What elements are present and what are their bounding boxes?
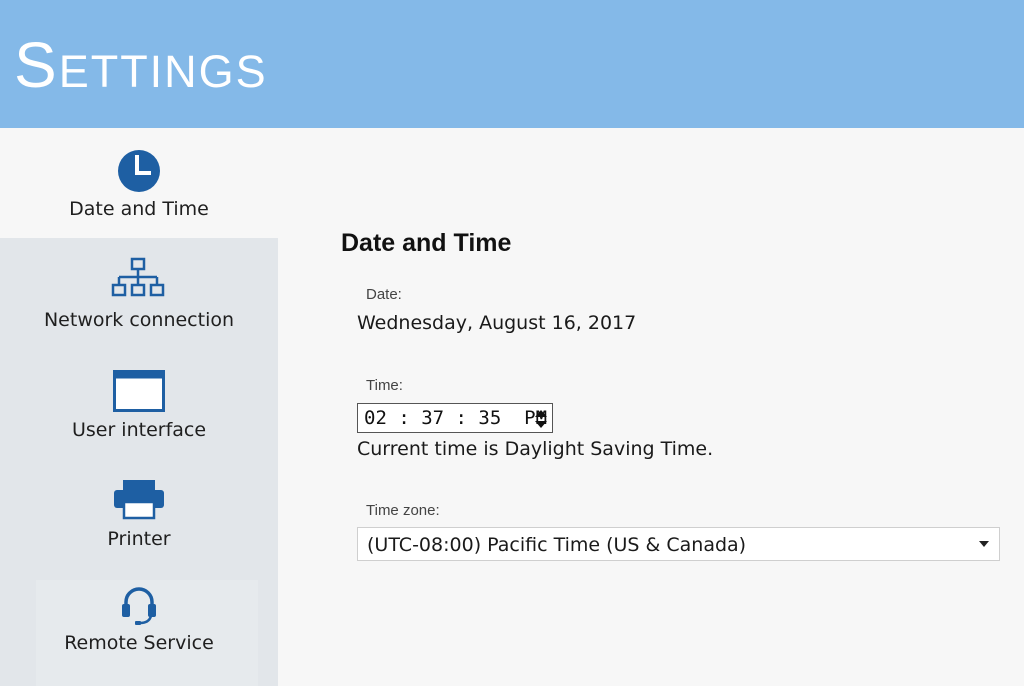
clock-icon — [118, 150, 160, 192]
date-value: Wednesday, August 16, 2017 — [357, 312, 637, 334]
sidebar-item-label: User interface — [71, 419, 207, 441]
sidebar: Date and Time Network connection User in… — [0, 128, 278, 686]
network-icon — [111, 257, 165, 297]
headset-icon — [122, 587, 156, 625]
sidebar-item-printer[interactable]: Printer — [0, 458, 278, 568]
sidebar-item-network-connection[interactable]: Network connection — [0, 238, 278, 348]
sidebar-item-date-and-time[interactable]: Date and Time — [0, 128, 278, 238]
sidebar-item-label: Remote Service — [64, 632, 214, 654]
time-spinner-input[interactable]: 02 : 37 : 35 PM — [357, 403, 553, 433]
spinner-arrows-icon[interactable] — [534, 407, 548, 431]
date-label: Date: — [366, 286, 402, 303]
app-header: Settings — [0, 0, 1024, 128]
sidebar-item-remote-service[interactable]: Remote Service — [0, 568, 278, 686]
time-value: 02 : 37 : 35 PM — [364, 407, 548, 429]
window-icon — [113, 370, 165, 412]
page-title: Settings — [14, 29, 268, 101]
timezone-value: (UTC-08:00) Pacific Time (US & Canada) — [367, 534, 747, 556]
dst-note: Current time is Daylight Saving Time. — [357, 438, 714, 460]
sidebar-item-user-interface[interactable]: User interface — [0, 348, 278, 458]
sidebar-item-label: Printer — [107, 528, 171, 550]
section-title: Date and Time — [341, 229, 512, 257]
time-label: Time: — [366, 377, 403, 394]
printer-icon — [114, 480, 164, 520]
timezone-select[interactable]: (UTC-08:00) Pacific Time (US & Canada) — [357, 527, 1000, 561]
sidebar-item-label: Network connection — [43, 309, 235, 331]
timezone-label: Time zone: — [366, 502, 440, 519]
sidebar-item-label: Date and Time — [69, 198, 209, 220]
chevron-down-icon — [979, 541, 989, 547]
